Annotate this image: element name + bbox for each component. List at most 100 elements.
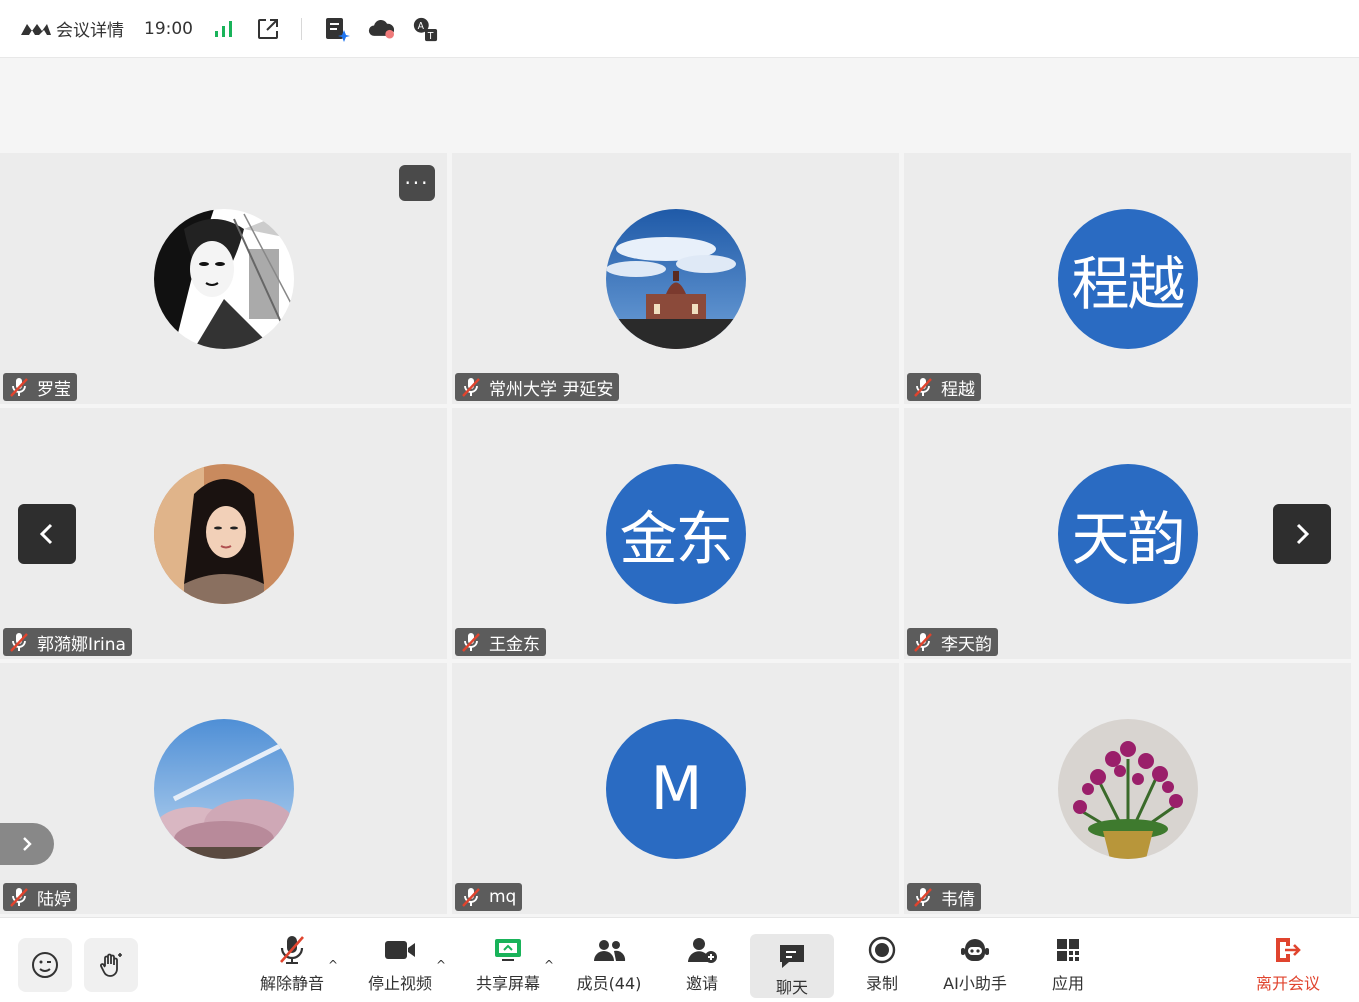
participant-tile[interactable]: 韦倩 [904, 663, 1351, 914]
share-screen-button[interactable]: 共享屏幕 [474, 932, 542, 1000]
mic-muted-icon [7, 375, 31, 399]
participant-name: 常州大学 尹延安 [489, 379, 614, 400]
avatar: 金东 [605, 464, 746, 604]
name-tag: 韦倩 [907, 883, 981, 911]
avatar: 天韵 [1057, 464, 1198, 604]
share-options-caret[interactable]: ^ [544, 958, 554, 972]
svg-text:A: A [418, 21, 425, 32]
participant-name: 罗莹 [37, 379, 71, 400]
previous-page-button[interactable] [18, 504, 76, 564]
translate-icon[interactable]: AT [412, 16, 438, 42]
participant-name: 李天韵 [941, 634, 992, 655]
avatar [153, 464, 294, 604]
video-options-caret[interactable]: ^ [436, 958, 446, 972]
unmute-label: 解除静音 [259, 974, 324, 993]
members-icon [594, 940, 626, 961]
audio-options-caret[interactable]: ^ [328, 958, 338, 972]
ai-assistant-button[interactable]: AI小助手 [940, 932, 1010, 1000]
avatar: M [605, 719, 746, 859]
record-label: 录制 [865, 974, 898, 993]
chevron-right-icon [1296, 523, 1310, 545]
participant-tile[interactable]: 常州大学 尹延安 [452, 153, 899, 404]
raise-hand-button[interactable] [84, 938, 138, 992]
avatar [153, 719, 294, 859]
mic-muted-icon [7, 630, 31, 654]
chat-label: 聊天 [775, 978, 808, 997]
chevron-right-icon [23, 837, 32, 851]
notes-ai-icon[interactable] [324, 16, 350, 42]
raise-hand-icon [100, 953, 122, 977]
next-page-button[interactable] [1273, 504, 1331, 564]
invite-label: 邀请 [685, 974, 718, 993]
participant-tile[interactable]: 陆婷 [0, 663, 447, 914]
leave-meeting-button[interactable]: 离开会议 [1254, 932, 1322, 1000]
name-tag: 常州大学 尹延安 [455, 373, 620, 401]
share-screen-label: 共享屏幕 [475, 974, 540, 993]
avatar [153, 209, 294, 349]
participant-tile[interactable]: 金东 王金东 [452, 408, 899, 659]
apps-button[interactable]: 应用 [1048, 932, 1088, 1000]
bottom-toolbar: 解除静音 ^ 停止视频 ^ 共享屏幕 ^ 成员(44) 邀请 聊天 录制 AI小… [0, 917, 1359, 1002]
meeting-details-link[interactable]: 会议详情 [56, 16, 124, 41]
participant-name: 陆婷 [37, 889, 71, 910]
mic-muted-icon [911, 375, 935, 399]
emoji-reaction-button[interactable] [18, 938, 72, 992]
camera-icon [385, 941, 415, 959]
mic-muted-icon [911, 885, 935, 909]
avatar [605, 209, 746, 349]
name-tag: 郭漪娜Irina [3, 628, 132, 656]
participant-name: 王金东 [489, 634, 540, 655]
apps-label: 应用 [1051, 974, 1084, 993]
signal-icon[interactable] [211, 16, 237, 42]
svg-text:T: T [427, 31, 434, 42]
invite-user-icon [688, 938, 717, 963]
expand-side-panel-button[interactable] [0, 823, 54, 865]
chevron-left-icon [39, 523, 53, 545]
unmute-button[interactable]: 解除静音 [258, 932, 326, 1000]
chat-button[interactable]: 聊天 [750, 934, 834, 998]
chat-icon [780, 945, 804, 968]
leave-icon [1276, 938, 1301, 962]
mic-muted-icon [911, 630, 935, 654]
name-tag: 程越 [907, 373, 981, 401]
divider [301, 17, 302, 40]
participant-name: 韦倩 [941, 889, 975, 910]
name-tag: mq [455, 883, 523, 911]
participant-tile[interactable]: 程越 程越 [904, 153, 1351, 404]
share-screen-icon [495, 939, 521, 961]
name-tag: 罗莹 [3, 373, 77, 401]
apps-grid-icon [1057, 939, 1079, 961]
mic-muted-icon [459, 630, 483, 654]
mic-muted-icon [459, 375, 483, 399]
record-button[interactable]: 录制 [862, 932, 902, 1000]
name-tag: 王金东 [455, 628, 546, 656]
ai-assistant-label: AI小助手 [943, 974, 1007, 993]
participant-tile[interactable]: M mq [452, 663, 899, 914]
video-area-top-band [0, 58, 1352, 153]
participant-name: mq [489, 887, 517, 907]
cloud-record-icon[interactable] [368, 16, 394, 42]
invite-button[interactable]: 邀请 [682, 932, 722, 1000]
participant-tile[interactable]: ··· 罗莹 [0, 153, 447, 404]
record-icon [868, 936, 896, 964]
top-bar: 会议详情 19:00 AT [0, 0, 1359, 58]
popout-icon[interactable] [255, 16, 281, 42]
participant-name: 郭漪娜Irina [37, 634, 126, 655]
more-options-button[interactable]: ··· [399, 165, 435, 201]
emoji-icon [32, 952, 58, 978]
mic-muted-icon [459, 885, 483, 909]
leave-label: 离开会议 [1255, 974, 1320, 993]
meeting-time: 19:00 [144, 18, 193, 39]
logo-icon [20, 19, 52, 39]
participant-name: 程越 [941, 379, 975, 400]
members-button[interactable]: 成员(44) [576, 932, 642, 1000]
mic-muted-icon [280, 936, 304, 964]
avatar [1057, 719, 1198, 859]
ai-assistant-icon [961, 939, 989, 961]
name-tag: 李天韵 [907, 628, 998, 656]
name-tag: 陆婷 [3, 883, 77, 911]
stop-video-button[interactable]: 停止视频 [366, 932, 434, 1000]
mic-muted-icon [7, 885, 31, 909]
members-label: 成员(44) [576, 974, 642, 993]
stop-video-label: 停止视频 [367, 974, 432, 993]
